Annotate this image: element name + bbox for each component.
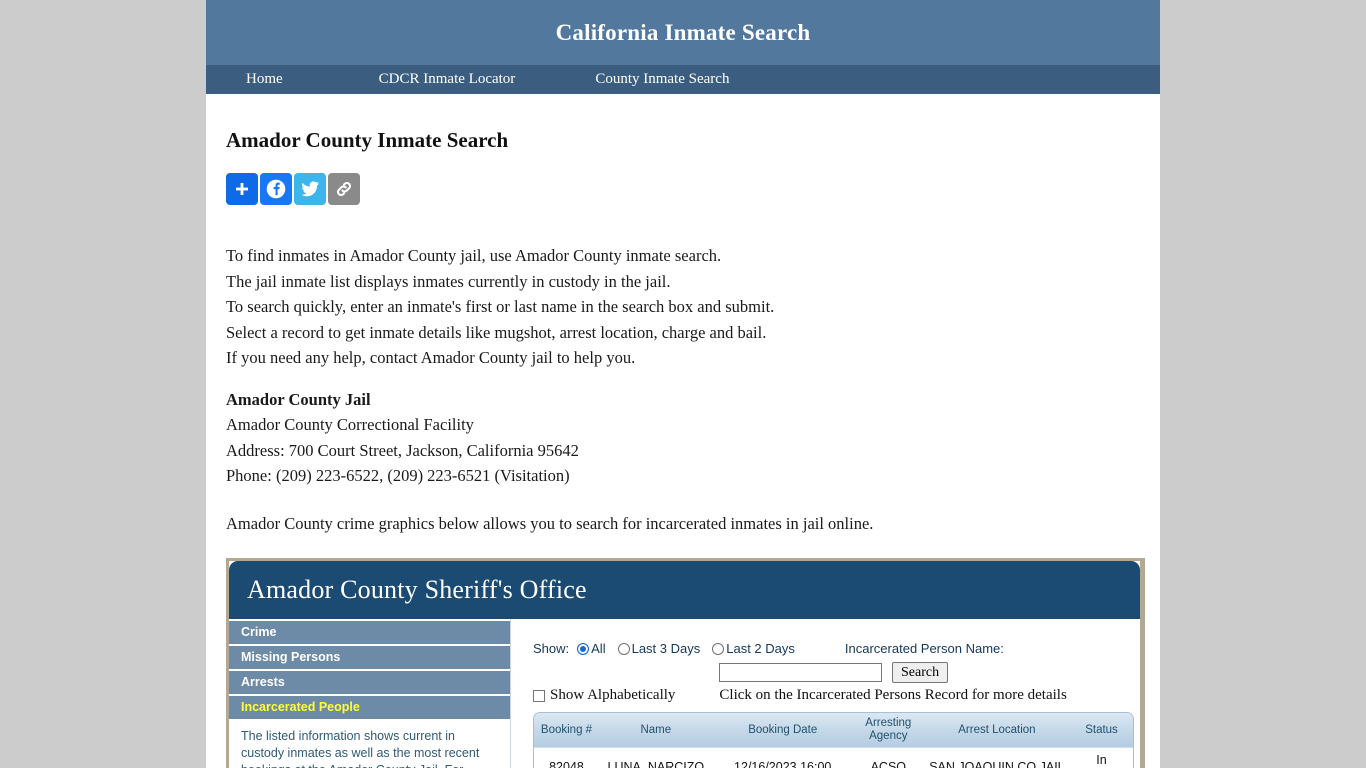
search-button[interactable]: Search [892, 662, 949, 683]
cell-name: LUNA, NARCIZO [598, 747, 713, 768]
search-row: Search [719, 662, 1134, 683]
cell-booking-date: 12/16/2023 16:00 [712, 747, 853, 768]
twitter-icon[interactable] [294, 173, 326, 205]
column-header-arresting-agency[interactable]: Arresting Agency [852, 713, 924, 748]
sidebar-item-crime[interactable]: Crime [229, 621, 510, 644]
page-title: Amador County Inmate Search [226, 128, 509, 152]
inmate-table-body: 82048 LUNA, NARCIZO 12/16/2023 16:00 ACS… [534, 747, 1133, 768]
table-header-row: Booking # Name Booking Date Arresting Ag… [534, 713, 1133, 748]
inmate-table: Booking # Name Booking Date Arresting Ag… [534, 713, 1133, 768]
jail-heading: Amador County Jail [226, 389, 371, 409]
show-alphabetically-label[interactable]: Show Alphabetically [550, 687, 675, 704]
show-last-2-days-option[interactable]: Last 2 Days [712, 641, 807, 656]
addthis-plus-icon[interactable] [226, 173, 258, 205]
sheriff-office-embed: Amador County Sheriff's Office Crime Mis… [226, 558, 1145, 768]
radio-all-label[interactable]: All [591, 641, 605, 656]
copy-link-icon[interactable] [328, 173, 360, 205]
column-header-name[interactable]: Name [598, 713, 713, 748]
jail-facility: Amador County Correctional Facility [226, 415, 474, 434]
inmate-table-head: Booking # Name Booking Date Arresting Ag… [534, 713, 1133, 748]
filter-row: Show: All Last 3 Days Last 2 Days Incarc… [533, 641, 1134, 656]
inmate-table-wrapper: Booking # Name Booking Date Arresting Ag… [533, 712, 1134, 768]
intro-line-1: To find inmates in Amador County jail, u… [226, 246, 722, 265]
agency-title: Amador County Sheriff's Office [247, 575, 587, 604]
intro-line-5: If you need any help, contact Amador Cou… [226, 348, 636, 367]
record-click-hint: Click on the Incarcerated Persons Record… [719, 687, 1067, 703]
column-header-booking[interactable]: Booking # [534, 713, 599, 748]
nav-item-cdcr-inmate-locator[interactable]: CDCR Inmate Locator [365, 65, 530, 94]
radio-last-3-days[interactable] [617, 642, 630, 655]
column-header-status[interactable]: Status [1070, 713, 1133, 748]
agency-sidebar: Crime Missing Persons Arrests Incarcerat… [229, 619, 510, 768]
radio-last-3-days-label[interactable]: Last 3 Days [632, 641, 701, 656]
site-title: California Inmate Search [555, 19, 811, 45]
sidebar-item-incarcerated-people[interactable]: Incarcerated People [229, 696, 510, 719]
agency-body: Crime Missing Persons Arrests Incarcerat… [229, 619, 1140, 768]
show-all-option[interactable]: All [577, 641, 617, 656]
column-header-arrest-location[interactable]: Arrest Location [923, 713, 1071, 748]
sidebar-note: The listed information shows current in … [241, 729, 480, 768]
show-label: Show: [533, 641, 570, 656]
show-last-3-days-option[interactable]: Last 3 Days [617, 641, 713, 656]
alphabetical-row: Show Alphabetically Click on the Incarce… [533, 687, 1134, 704]
nav-item-county-inmate-search[interactable]: County Inmate Search [581, 65, 743, 94]
show-alphabetically-checkbox[interactable] [533, 689, 545, 702]
jail-phone: Phone: (209) 223-6522, (209) 223-6521 (V… [226, 466, 570, 485]
site-container: California Inmate Search Home CDCR Inmat… [206, 0, 1160, 768]
facebook-icon[interactable] [260, 173, 292, 205]
cell-arresting-agency: ACSO [852, 747, 924, 768]
cell-booking: 82048 [534, 747, 599, 768]
incarcerated-person-name-label: Incarcerated Person Name: [844, 641, 1004, 656]
sidebar-item-missing-persons[interactable]: Missing Persons [229, 646, 510, 669]
radio-last-2-days-label[interactable]: Last 2 Days [726, 641, 795, 656]
share-button-row [226, 173, 1140, 205]
cell-status: In Custody [1070, 747, 1133, 768]
page-root: California Inmate Search Home CDCR Inmat… [0, 0, 1366, 768]
jail-info-block: Amador County Jail Amador County Correct… [226, 387, 1140, 489]
site-header: California Inmate Search [206, 0, 1160, 65]
incarcerated-person-name-input[interactable] [719, 663, 882, 682]
main-content: Amador County Inmate Search To find inma… [206, 94, 1160, 768]
sidebar-item-arrests[interactable]: Arrests [229, 671, 510, 694]
cell-arrest-location: SAN JOAQUIN CO JAIL [923, 747, 1071, 768]
table-row[interactable]: 82048 LUNA, NARCIZO 12/16/2023 16:00 ACS… [534, 747, 1133, 768]
agency-header: Amador County Sheriff's Office [229, 561, 1140, 619]
intro-line-2: The jail inmate list displays inmates cu… [226, 271, 671, 291]
intro-paragraphs: To find inmates in Amador County jail, u… [226, 243, 1140, 371]
intro-line-4: Select a record to get inmate details li… [226, 322, 767, 342]
radio-all[interactable] [577, 642, 590, 655]
radio-last-2-days[interactable] [712, 642, 725, 655]
column-header-booking-date[interactable]: Booking Date [712, 713, 853, 748]
agency-main-pane: Show: All Last 3 Days Last 2 Days Incarc… [510, 619, 1140, 768]
intro-line-3: To search quickly, enter an inmate's fir… [226, 297, 775, 316]
closing-line: Amador County crime graphics below allow… [226, 513, 874, 533]
nav-item-home[interactable]: Home [232, 65, 297, 94]
main-navigation: Home CDCR Inmate Locator County Inmate S… [206, 65, 1160, 94]
jail-address: Address: 700 Court Street, Jackson, Cali… [226, 440, 579, 460]
